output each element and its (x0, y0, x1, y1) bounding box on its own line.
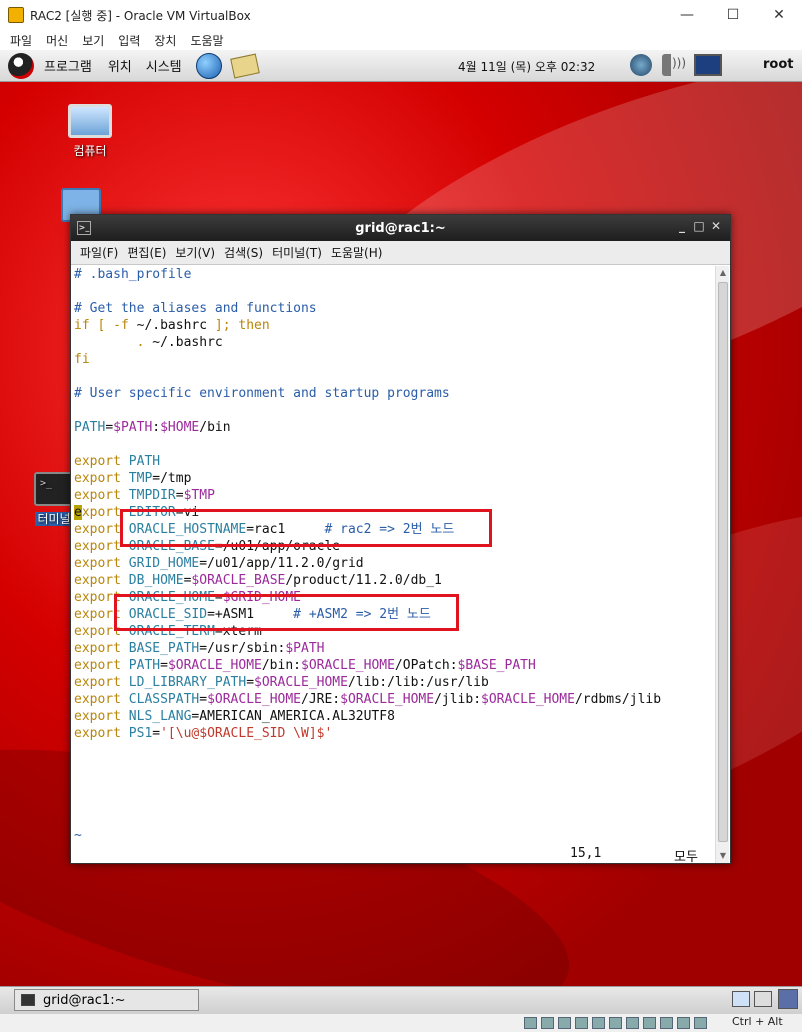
scroll-down-icon[interactable]: ▼ (716, 849, 730, 863)
empty-line-marker: ~ (74, 828, 82, 843)
host-menu-bar: 파일 머신 보기 입력 장치 도움말 (0, 30, 802, 50)
code-line-25: export LD_LIBRARY_PATH=$ORACLE_HOME/lib:… (74, 675, 489, 690)
terminal-menu-help[interactable]: 도움말(H) (331, 244, 383, 261)
computer-icon (68, 104, 112, 138)
taskbar-terminal-button[interactable]: grid@rac1:~ (14, 989, 199, 1011)
terminal-icon: >_ (34, 472, 74, 506)
host-menu-help[interactable]: 도움말 (190, 32, 223, 49)
usb-icon[interactable] (592, 1017, 605, 1029)
virtualbox-icon (8, 7, 24, 23)
terminal-title: grid@rac1:~ (355, 220, 446, 236)
hdd-icon[interactable] (524, 1017, 537, 1029)
terminal-maximize-icon[interactable]: □ (691, 219, 707, 233)
cpu-icon[interactable] (660, 1017, 673, 1029)
code-line-23: export BASE_PATH=/usr/sbin:$PATH (74, 641, 325, 656)
scroll-up-icon[interactable]: ▲ (716, 266, 730, 280)
display-status-icon[interactable] (626, 1017, 639, 1029)
panel-tray (630, 54, 730, 76)
terminal-scrollbar[interactable]: ▲ ▼ (715, 266, 729, 863)
workspace-2[interactable] (754, 991, 772, 1007)
host-device-icons (524, 1017, 711, 1029)
host-status-bar: Ctrl + Alt (0, 1014, 802, 1032)
desktop-icon-label: 컴퓨터 (73, 144, 107, 158)
code-line-27: export NLS_LANG=AMERICAN_AMERICA.AL32UTF… (74, 709, 395, 724)
workspace-1[interactable] (732, 991, 750, 1007)
code-line-1: # .bash_profile (74, 267, 192, 282)
network-status-icon[interactable] (575, 1017, 588, 1029)
guest-bottom-panel: grid@rac1:~ (0, 986, 802, 1014)
panel-clock[interactable]: 4월 11일 (목) 오후 02:32 (458, 58, 595, 75)
close-button[interactable]: ✕ (756, 0, 802, 30)
host-menu-devices[interactable]: 장치 (154, 32, 176, 49)
shared-folder-icon[interactable] (609, 1017, 622, 1029)
network-icon[interactable] (630, 54, 652, 76)
code-line-10: PATH=$PATH:$HOME/bin (74, 420, 231, 435)
code-line-19: export DB_HOME=$ORACLE_BASE/product/11.2… (74, 573, 442, 588)
mail-client-icon[interactable] (229, 53, 260, 78)
recording-icon[interactable] (643, 1017, 656, 1029)
oracle-linux-logo-icon[interactable] (8, 52, 34, 79)
minimize-button[interactable]: — (664, 0, 710, 30)
code-line-5: . ~/.bashrc (74, 335, 223, 350)
terminal-title-bar[interactable]: >_ grid@rac1:~ _ □ ✕ (71, 215, 730, 241)
mouse-integration-icon[interactable] (677, 1017, 690, 1029)
trash-icon[interactable] (778, 989, 798, 1009)
text-cursor: e (74, 505, 82, 520)
terminal-window-icon: >_ (77, 221, 91, 235)
panel-menu-system[interactable]: 시스템 (146, 56, 182, 75)
scroll-position: 모두 (674, 850, 698, 865)
terminal-task-icon (21, 994, 35, 1006)
maximize-button[interactable]: ☐ (710, 0, 756, 30)
volume-icon[interactable] (662, 54, 686, 76)
code-line-12: export PATH (74, 454, 161, 469)
code-line-3: # Get the aliases and functions (74, 301, 317, 316)
panel-menu-places[interactable]: 위치 (108, 56, 132, 75)
guest-top-panel: 프로그램 위치 시스템 4월 11일 (목) 오후 02:32 root (0, 50, 802, 82)
host-title: RAC2 [실행 중] - Oracle VM VirtualBox (30, 8, 251, 23)
terminal-menu-file[interactable]: 파일(F) (80, 244, 118, 261)
code-line-26: export CLASSPATH=$ORACLE_HOME/JRE:$ORACL… (74, 692, 662, 707)
annotation-box-hostname (120, 509, 492, 547)
code-line-4: if [ -f ~/.bashrc ]; then (74, 318, 270, 333)
terminal-close-icon[interactable]: ✕ (708, 219, 724, 233)
desktop-icon-computer[interactable]: 컴퓨터 (62, 104, 118, 159)
terminal-menu-edit[interactable]: 편집(E) (127, 244, 166, 261)
terminal-text-area[interactable]: # .bash_profile # Get the aliases and fu… (72, 266, 714, 865)
host-menu-file[interactable]: 파일 (10, 32, 32, 49)
code-line-6: fi (74, 352, 90, 367)
terminal-menu-search[interactable]: 검색(S) (224, 244, 263, 261)
host-key-label: Ctrl + Alt (732, 1015, 783, 1028)
terminal-menu-bar: 파일(F) 편집(E) 보기(V) 검색(S) 터미널(T) 도움말(H) (71, 241, 730, 265)
host-menu-input[interactable]: 입력 (118, 32, 140, 49)
host-title-bar: RAC2 [실행 중] - Oracle VM VirtualBox — ☐ ✕ (0, 0, 802, 30)
terminal-minimize-icon[interactable]: _ (674, 219, 690, 233)
desktop-icon-label: 터미널 (35, 512, 73, 526)
keyboard-icon[interactable] (694, 1017, 707, 1029)
code-line-18: export GRID_HOME=/u01/app/11.2.0/grid (74, 556, 364, 571)
optical-icon[interactable] (541, 1017, 554, 1029)
annotation-box-sid (114, 594, 459, 631)
code-line-8: # User specific environment and startup … (74, 386, 450, 401)
web-browser-icon[interactable] (195, 52, 222, 79)
host-menu-view[interactable]: 보기 (82, 32, 104, 49)
code-line-14: export TMPDIR=$TMP (74, 488, 215, 503)
taskbar-window-label: grid@rac1:~ (43, 992, 126, 1008)
terminal-menu-view[interactable]: 보기(V) (175, 244, 215, 261)
host-menu-machine[interactable]: 머신 (46, 32, 68, 49)
cursor-position: 15,1 (570, 846, 602, 861)
terminal-menu-terminal[interactable]: 터미널(T) (272, 244, 322, 261)
panel-user[interactable]: root (763, 57, 794, 72)
panel-menu-programs[interactable]: 프로그램 (44, 56, 92, 75)
code-line-28: export PS1='[\u@$ORACLE_SID \W]$' (74, 726, 333, 741)
audio-icon[interactable] (558, 1017, 571, 1029)
scrollbar-thumb[interactable] (718, 282, 728, 842)
display-icon[interactable] (694, 54, 722, 76)
code-line-24: export PATH=$ORACLE_HOME/bin:$ORACLE_HOM… (74, 658, 536, 673)
code-line-13: export TMP=/tmp (74, 471, 192, 486)
